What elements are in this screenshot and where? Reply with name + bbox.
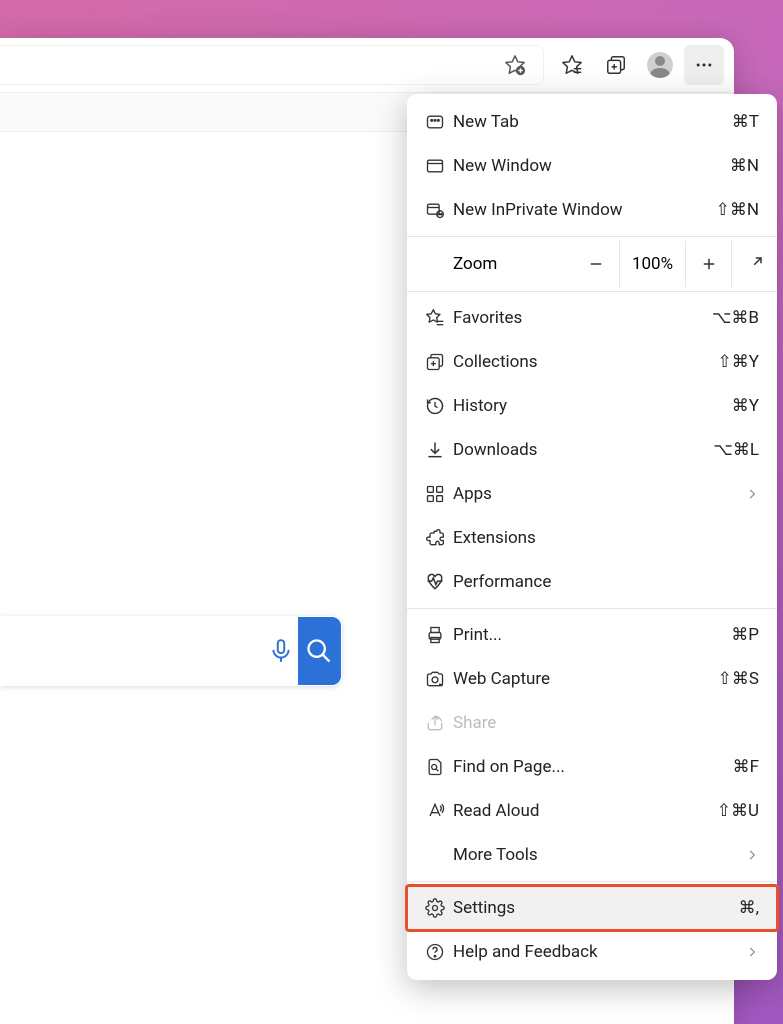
label: Help and Feedback — [453, 942, 745, 962]
chevron-right-icon — [745, 848, 759, 862]
shortcut: ⌘Y — [732, 396, 759, 416]
menu-new-inprivate[interactable]: New InPrivate Window ⇧⌘N — [407, 188, 777, 232]
label: Collections — [453, 352, 718, 372]
zoom-label: Zoom — [453, 254, 573, 274]
menu-print[interactable]: Print... ⌘P — [407, 613, 777, 657]
shortcut: ⌥⌘L — [713, 440, 759, 460]
search-button[interactable] — [298, 617, 341, 685]
label: Share — [453, 713, 759, 733]
menu-collections[interactable]: Collections ⇧⌘Y — [407, 340, 777, 384]
shortcut: ⌘P — [731, 625, 759, 645]
label: Settings — [453, 898, 739, 918]
zoom-in-button[interactable] — [685, 241, 731, 287]
menu-downloads[interactable]: Downloads ⌥⌘L — [407, 428, 777, 472]
star-lines-icon — [425, 308, 453, 328]
search-input[interactable] — [0, 617, 264, 685]
shortcut: ⌘T — [732, 112, 759, 132]
shortcut: ⌘F — [733, 757, 759, 777]
new-tab-icon — [425, 112, 453, 132]
fullscreen-button[interactable] — [731, 241, 777, 287]
menu-new-window[interactable]: New Window ⌘N — [407, 144, 777, 188]
address-bar[interactable] — [0, 45, 544, 85]
label: Print... — [453, 625, 731, 645]
download-icon — [425, 440, 453, 460]
collections-icon — [425, 352, 453, 372]
menu-settings[interactable]: Settings ⌘, — [407, 886, 777, 930]
menu-apps[interactable]: Apps — [407, 472, 777, 516]
shortcut: ⇧⌘N — [716, 200, 759, 220]
chevron-right-icon — [745, 487, 759, 501]
inprivate-icon — [425, 200, 453, 220]
apps-icon — [425, 484, 453, 504]
label: New Tab — [453, 112, 732, 132]
label: History — [453, 396, 732, 416]
label: New InPrivate Window — [453, 200, 716, 220]
puzzle-icon — [425, 528, 453, 548]
shortcut: ⌥⌘B — [712, 308, 759, 328]
pulse-icon — [425, 572, 453, 592]
toolbar — [0, 38, 734, 92]
zoom-value: 100% — [619, 241, 685, 287]
profile-button[interactable] — [640, 45, 680, 85]
window-icon — [425, 156, 453, 176]
label: Extensions — [453, 528, 759, 548]
menu-help[interactable]: Help and Feedback — [407, 930, 777, 974]
label: Favorites — [453, 308, 712, 328]
shortcut: ⇧⌘Y — [718, 352, 759, 372]
label: Read Aloud — [453, 801, 717, 821]
menu-extensions[interactable]: Extensions — [407, 516, 777, 560]
help-icon — [425, 942, 453, 962]
add-favorite-icon[interactable] — [495, 45, 535, 85]
favorites-icon[interactable] — [552, 45, 592, 85]
label: Downloads — [453, 440, 713, 460]
read-aloud-icon — [425, 801, 453, 821]
menu-zoom: Zoom 100% — [407, 241, 777, 287]
chevron-right-icon — [745, 945, 759, 959]
printer-icon — [425, 625, 453, 645]
menu-favorites[interactable]: Favorites ⌥⌘B — [407, 296, 777, 340]
menu-read-aloud[interactable]: Read Aloud ⇧⌘U — [407, 789, 777, 833]
shortcut: ⌘N — [730, 156, 759, 176]
label: Find on Page... — [453, 757, 733, 777]
label: Performance — [453, 572, 759, 592]
more-button[interactable] — [684, 45, 724, 85]
gear-icon — [425, 898, 453, 918]
shortcut: ⇧⌘U — [717, 801, 759, 821]
avatar-icon — [647, 52, 673, 78]
menu-new-tab[interactable]: New Tab ⌘T — [407, 100, 777, 144]
share-icon — [425, 713, 453, 733]
camera-icon — [425, 669, 453, 689]
menu-performance[interactable]: Performance — [407, 560, 777, 604]
settings-menu: New Tab ⌘T New Window ⌘N New InPrivate W… — [407, 94, 777, 980]
label: More Tools — [453, 845, 745, 865]
collections-icon[interactable] — [596, 45, 636, 85]
menu-find[interactable]: Find on Page... ⌘F — [407, 745, 777, 789]
label: Apps — [453, 484, 745, 504]
voice-search-button[interactable] — [264, 617, 298, 685]
label: Web Capture — [453, 669, 718, 689]
label: New Window — [453, 156, 730, 176]
zoom-out-button[interactable] — [573, 241, 619, 287]
menu-share: Share — [407, 701, 777, 745]
menu-history[interactable]: History ⌘Y — [407, 384, 777, 428]
search-bar — [0, 616, 342, 686]
shortcut: ⌘, — [739, 898, 759, 918]
menu-more-tools[interactable]: More Tools — [407, 833, 777, 877]
history-icon — [425, 396, 453, 416]
shortcut: ⇧⌘S — [718, 669, 759, 689]
menu-web-capture[interactable]: Web Capture ⇧⌘S — [407, 657, 777, 701]
find-icon — [425, 757, 453, 777]
